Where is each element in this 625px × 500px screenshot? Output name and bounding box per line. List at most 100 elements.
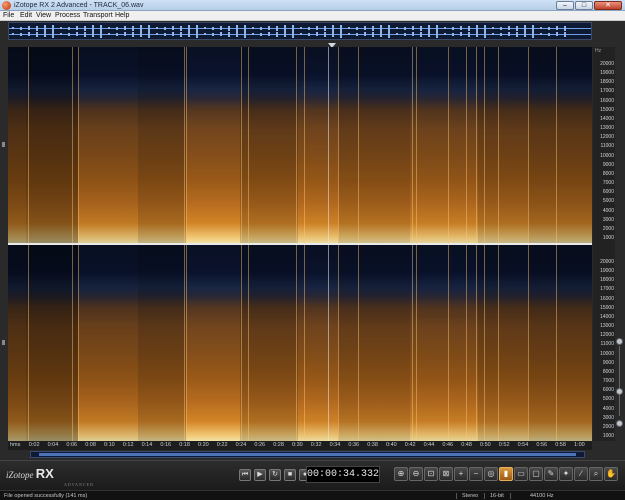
time-tick-label: 0:14 xyxy=(141,442,153,448)
time-tick-label: 0:40 xyxy=(386,442,397,448)
overview-burst xyxy=(412,26,414,30)
overview-burst xyxy=(116,26,118,30)
frequency-tick-label: 14000 xyxy=(600,115,614,122)
frequency-tick-label: 1000 xyxy=(602,235,614,241)
transient-line xyxy=(466,245,467,441)
transient-line xyxy=(78,47,79,243)
frequency-tick-label: 2000 xyxy=(602,225,614,232)
time-tick-label: 0:50 xyxy=(480,442,491,448)
overview-burst xyxy=(252,33,254,35)
overview-burst xyxy=(308,26,310,30)
frequency-tick-label: 13000 xyxy=(600,323,614,330)
overview-burst xyxy=(332,31,334,37)
overview-burst xyxy=(396,33,398,35)
logo-product: RX xyxy=(35,466,54,481)
freq-select-icon[interactable]: ▭ xyxy=(514,467,528,481)
overview-burst xyxy=(276,25,278,31)
transient-line xyxy=(338,245,339,441)
transient-line xyxy=(184,245,185,441)
status-divider xyxy=(510,493,511,499)
horizontal-scrollbar[interactable] xyxy=(30,451,585,458)
menu-file[interactable]: File xyxy=(3,11,14,21)
frequency-tick-label: 17000 xyxy=(600,88,614,95)
transport-bar: iZotope RX ADVANCED ⏮ ▶ ↻ ■ ● 00:00:34.332 ⊕… xyxy=(0,460,625,490)
overview-burst xyxy=(124,32,126,36)
time-tick-label: 0:48 xyxy=(461,442,472,448)
frequency-tick-label: 4000 xyxy=(602,405,614,412)
app-icon xyxy=(2,1,11,10)
transient-line xyxy=(358,47,359,243)
overview-burst xyxy=(292,30,294,38)
horizontal-scroll-thumb[interactable] xyxy=(39,453,576,456)
overview-burst xyxy=(108,27,110,29)
minimize-button[interactable]: – xyxy=(556,1,574,10)
overview-burst xyxy=(204,33,206,35)
magic-wand-icon[interactable]: ✦ xyxy=(559,467,573,481)
vertical-zoom-control[interactable] xyxy=(615,336,624,430)
time-tick-label: 0:38 xyxy=(367,442,378,448)
status-sample-rate: 44100 Hz xyxy=(530,493,554,499)
zoom-fit-icon[interactable]: ⊠ xyxy=(439,467,453,481)
frequency-tick-label: 10000 xyxy=(600,152,614,159)
frequency-tick-label: 15000 xyxy=(600,106,614,113)
transient-line xyxy=(304,245,305,441)
close-button[interactable]: ✕ xyxy=(594,1,622,10)
hand-icon[interactable]: ✋ xyxy=(604,467,618,481)
menu-help[interactable]: Help xyxy=(115,11,129,21)
time-tick-label: 0:20 xyxy=(198,442,209,448)
play-button[interactable]: ▶ xyxy=(254,469,266,481)
transient-line xyxy=(498,245,499,441)
overview-burst xyxy=(516,25,518,31)
spectrogram-channel-1[interactable] xyxy=(8,47,592,243)
vertical-zoom-in-icon[interactable] xyxy=(616,338,623,345)
zoom-tool-icon[interactable]: ⌕ xyxy=(589,467,603,481)
overview-burst xyxy=(148,30,150,38)
overview-burst xyxy=(444,27,446,29)
transient-line xyxy=(556,245,557,441)
loop-play-button[interactable]: ↻ xyxy=(269,469,281,481)
time-select-icon[interactable]: ▮ xyxy=(499,467,513,481)
overview-burst xyxy=(108,33,110,35)
overview-burst xyxy=(324,31,326,37)
menu-transport[interactable]: Transport xyxy=(83,11,113,21)
zoom-time-out-icon[interactable]: − xyxy=(469,467,483,481)
overview-burst xyxy=(364,26,366,30)
menu-view[interactable]: View xyxy=(36,11,51,21)
zoom-time-in-icon[interactable]: + xyxy=(454,467,468,481)
frequency-axis: Hz 20000 19000 18000 17000 16000 15000 14000 13… xyxy=(593,47,615,441)
overview-burst xyxy=(204,27,206,29)
menu-process[interactable]: Process xyxy=(55,11,80,21)
time-tick-label: 0:42 xyxy=(404,442,416,448)
brush-icon[interactable]: ∕ xyxy=(574,467,588,481)
spectrogram-channel-2[interactable] xyxy=(8,245,592,441)
overview-burst xyxy=(132,25,134,31)
stop-button[interactable]: ■ xyxy=(284,469,296,481)
overview-burst xyxy=(28,26,30,30)
zoom-out-icon[interactable]: ⊖ xyxy=(409,467,423,481)
vertical-zoom-track[interactable] xyxy=(619,346,620,416)
frequency-tick-label: 16000 xyxy=(600,97,614,104)
spectrogram-segment xyxy=(186,245,240,441)
zoom-reset-icon[interactable]: ◎ xyxy=(484,467,498,481)
go-to-start-button[interactable]: ⏮ xyxy=(239,469,251,481)
lasso-icon[interactable]: ✎ xyxy=(544,467,558,481)
channel-2-side-marker xyxy=(2,340,5,345)
transient-line xyxy=(556,47,557,243)
time-tick-label: 0:02 xyxy=(28,442,40,448)
spectrogram-segment xyxy=(78,47,138,243)
playhead-line xyxy=(328,47,329,441)
maximize-button[interactable]: □ xyxy=(575,1,593,10)
overview-burst xyxy=(348,33,350,35)
zoom-in-icon[interactable]: ⊕ xyxy=(394,467,408,481)
zoom-selection-icon[interactable]: ⊡ xyxy=(424,467,438,481)
vertical-zoom-out-icon[interactable] xyxy=(616,420,623,427)
vertical-zoom-handle[interactable] xyxy=(616,388,623,395)
menu-edit[interactable]: Edit xyxy=(20,11,32,21)
overview-burst xyxy=(36,31,38,37)
status-bit-depth: 16-bit xyxy=(490,493,504,499)
overview-burst xyxy=(556,32,558,36)
overview-waveform[interactable] xyxy=(8,22,592,40)
rect-select-icon[interactable]: ▢ xyxy=(529,467,543,481)
overview-burst xyxy=(524,31,526,37)
spectrogram-view[interactable] xyxy=(8,47,592,441)
